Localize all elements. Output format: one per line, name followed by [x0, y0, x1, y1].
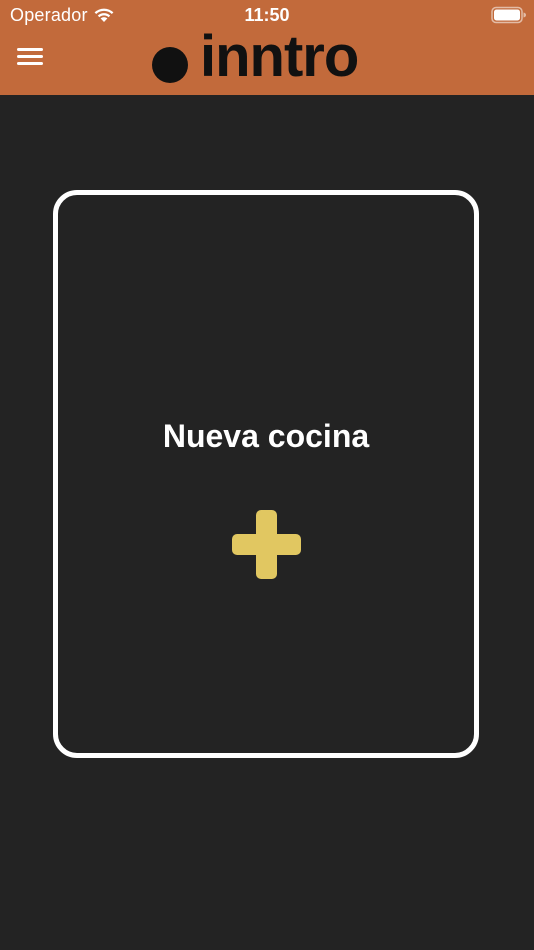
battery-icon — [491, 6, 526, 24]
menu-line — [17, 62, 43, 65]
menu-line — [17, 48, 43, 51]
plus-icon[interactable] — [232, 510, 301, 579]
new-kitchen-card[interactable]: Nueva cocina — [53, 190, 479, 758]
logo-dot — [152, 47, 188, 83]
hamburger-menu-icon[interactable] — [17, 46, 45, 68]
logo-text: inntro — [200, 24, 359, 89]
card-title: Nueva cocina — [162, 418, 370, 454]
menu-line — [17, 55, 43, 58]
app-header: Operador 11:50 inntro — [0, 0, 534, 95]
status-time: 11:50 — [244, 5, 290, 25]
app-logo: inntro — [152, 24, 359, 89]
